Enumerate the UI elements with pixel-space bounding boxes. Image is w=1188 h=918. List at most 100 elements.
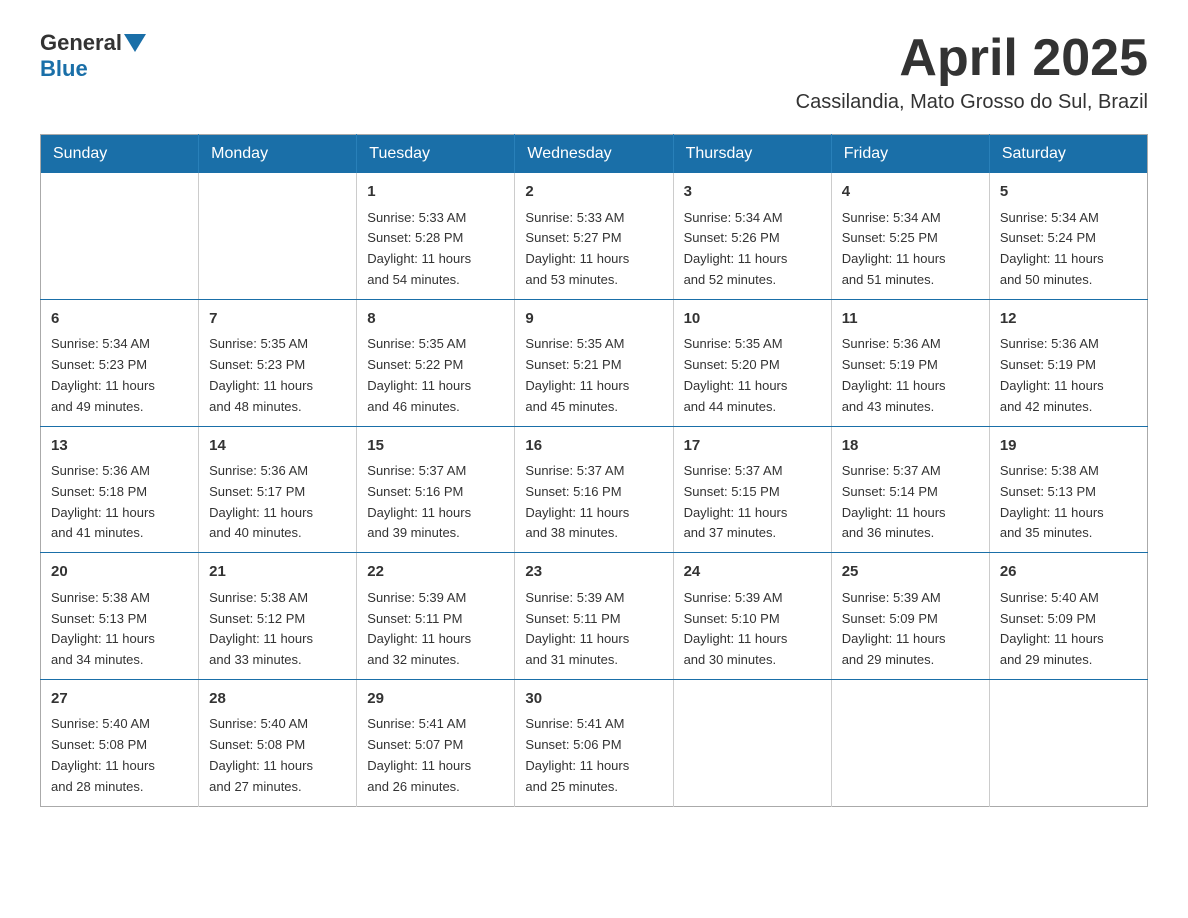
day-info: Sunrise: 5:39 AM Sunset: 5:11 PM Dayligh… — [525, 588, 662, 671]
day-number: 25 — [842, 561, 979, 584]
weekday-header-saturday: Saturday — [989, 135, 1147, 174]
day-number: 30 — [525, 688, 662, 711]
day-number: 27 — [51, 688, 188, 711]
week-row-2: 6Sunrise: 5:34 AM Sunset: 5:23 PM Daylig… — [41, 299, 1148, 426]
day-number: 21 — [209, 561, 346, 584]
page-header: General Blue April 2025 Cassilandia, Mat… — [40, 30, 1148, 114]
day-number: 22 — [367, 561, 504, 584]
calendar-cell: 6Sunrise: 5:34 AM Sunset: 5:23 PM Daylig… — [41, 299, 199, 426]
day-info: Sunrise: 5:40 AM Sunset: 5:08 PM Dayligh… — [209, 714, 346, 797]
day-number: 19 — [1000, 435, 1137, 458]
calendar-cell: 14 Sunrise: 5:36 AM Sunset: 5:17 PM Dayli… — [199, 426, 357, 553]
day-number: 28 — [209, 688, 346, 711]
logo-blue: Blue — [40, 56, 88, 81]
day-number: 29 — [367, 688, 504, 711]
day-info: Sunrise: 5:34 AM Sunset: 5:26 PM Dayligh… — [684, 208, 821, 291]
logo-general: General — [40, 30, 122, 56]
calendar-cell: 15 Sunrise: 5:37 AM Sunset: 5:16 PM Dayli… — [357, 426, 515, 553]
calendar-cell: 13Sunrise: 5:36 AM Sunset: 5:18 PM Dayli… — [41, 426, 199, 553]
calendar-cell: 24 Sunrise: 5:39 AM Sunset: 5:10 PM Dayli… — [673, 553, 831, 680]
week-row-4: 20 Sunrise: 5:38 AM Sunset: 5:13 PM Dayli… — [41, 553, 1148, 680]
day-number: 15 — [367, 435, 504, 458]
calendar-cell: 23Sunrise: 5:39 AM Sunset: 5:11 PM Dayli… — [515, 553, 673, 680]
day-info: Sunrise: 5:39 AM Sunset: 5:10 PM Dayligh… — [684, 588, 821, 671]
weekday-header-tuesday: Tuesday — [357, 135, 515, 174]
weekday-header-thursday: Thursday — [673, 135, 831, 174]
logo-triangle-icon — [124, 34, 146, 52]
day-info: Sunrise: 5:37 AM Sunset: 5:16 PM Dayligh… — [525, 461, 662, 544]
calendar-cell: 27 Sunrise: 5:40 AM Sunset: 5:08 PM Dayli… — [41, 679, 199, 806]
day-info: Sunrise: 5:38 AM Sunset: 5:13 PM Dayligh… — [51, 588, 188, 671]
day-info: Sunrise: 5:41 AM Sunset: 5:07 PM Dayligh… — [367, 714, 504, 797]
calendar-cell — [831, 679, 989, 806]
day-info: Sunrise: 5:34 AM Sunset: 5:24 PM Dayligh… — [1000, 208, 1137, 291]
day-info: Sunrise: 5:37 AM Sunset: 5:16 PM Dayligh… — [367, 461, 504, 544]
day-info: Sunrise: 5:33 AM Sunset: 5:27 PM Dayligh… — [525, 208, 662, 291]
day-number: 16 — [525, 435, 662, 458]
day-number: 26 — [1000, 561, 1137, 584]
day-number: 11 — [842, 308, 979, 331]
day-number: 1 — [367, 181, 504, 204]
calendar-cell: 12 Sunrise: 5:36 AM Sunset: 5:19 PM Dayli… — [989, 299, 1147, 426]
day-number: 24 — [684, 561, 821, 584]
title-section: April 2025 Cassilandia, Mato Grosso do S… — [796, 30, 1148, 114]
week-row-5: 27 Sunrise: 5:40 AM Sunset: 5:08 PM Dayli… — [41, 679, 1148, 806]
day-number: 12 — [1000, 308, 1137, 331]
calendar-cell — [41, 173, 199, 299]
day-info: Sunrise: 5:35 AM Sunset: 5:22 PM Dayligh… — [367, 334, 504, 417]
day-info: Sunrise: 5:36 AM Sunset: 5:19 PM Dayligh… — [842, 334, 979, 417]
day-number: 14 — [209, 435, 346, 458]
day-info: Sunrise: 5:37 AM Sunset: 5:14 PM Dayligh… — [842, 461, 979, 544]
day-number: 17 — [684, 435, 821, 458]
day-info: Sunrise: 5:38 AM Sunset: 5:12 PM Dayligh… — [209, 588, 346, 671]
day-number: 18 — [842, 435, 979, 458]
day-number: 20 — [51, 561, 188, 584]
day-info: Sunrise: 5:36 AM Sunset: 5:19 PM Dayligh… — [1000, 334, 1137, 417]
day-number: 10 — [684, 308, 821, 331]
calendar-cell: 5 Sunrise: 5:34 AM Sunset: 5:24 PM Daylig… — [989, 173, 1147, 299]
day-number: 5 — [1000, 181, 1137, 204]
day-info: Sunrise: 5:38 AM Sunset: 5:13 PM Dayligh… — [1000, 461, 1137, 544]
day-info: Sunrise: 5:34 AM Sunset: 5:23 PM Dayligh… — [51, 334, 188, 417]
day-info: Sunrise: 5:33 AM Sunset: 5:28 PM Dayligh… — [367, 208, 504, 291]
day-number: 9 — [525, 308, 662, 331]
calendar-cell: 11 Sunrise: 5:36 AM Sunset: 5:19 PM Dayli… — [831, 299, 989, 426]
day-info: Sunrise: 5:41 AM Sunset: 5:06 PM Dayligh… — [525, 714, 662, 797]
calendar-cell — [673, 679, 831, 806]
day-number: 2 — [525, 181, 662, 204]
calendar-cell: 30 Sunrise: 5:41 AM Sunset: 5:06 PM Dayli… — [515, 679, 673, 806]
calendar-cell: 4Sunrise: 5:34 AM Sunset: 5:25 PM Daylig… — [831, 173, 989, 299]
calendar-cell: 7 Sunrise: 5:35 AM Sunset: 5:23 PM Daylig… — [199, 299, 357, 426]
day-info: Sunrise: 5:39 AM Sunset: 5:09 PM Dayligh… — [842, 588, 979, 671]
month-title: April 2025 — [796, 30, 1148, 87]
day-number: 3 — [684, 181, 821, 204]
calendar-cell: 28 Sunrise: 5:40 AM Sunset: 5:08 PM Dayli… — [199, 679, 357, 806]
day-info: Sunrise: 5:35 AM Sunset: 5:21 PM Dayligh… — [525, 334, 662, 417]
weekday-header-row: SundayMondayTuesdayWednesdayThursdayFrid… — [41, 135, 1148, 174]
day-number: 7 — [209, 308, 346, 331]
calendar-cell: 10Sunrise: 5:35 AM Sunset: 5:20 PM Dayli… — [673, 299, 831, 426]
calendar-cell: 1 Sunrise: 5:33 AM Sunset: 5:28 PM Daylig… — [357, 173, 515, 299]
calendar-cell — [199, 173, 357, 299]
logo: General Blue — [40, 30, 146, 82]
calendar-cell: 21 Sunrise: 5:38 AM Sunset: 5:12 PM Dayli… — [199, 553, 357, 680]
day-info: Sunrise: 5:36 AM Sunset: 5:17 PM Dayligh… — [209, 461, 346, 544]
calendar-cell: 16 Sunrise: 5:37 AM Sunset: 5:16 PM Dayli… — [515, 426, 673, 553]
day-info: Sunrise: 5:40 AM Sunset: 5:08 PM Dayligh… — [51, 714, 188, 797]
day-number: 4 — [842, 181, 979, 204]
week-row-3: 13Sunrise: 5:36 AM Sunset: 5:18 PM Dayli… — [41, 426, 1148, 553]
day-number: 13 — [51, 435, 188, 458]
calendar-cell: 3 Sunrise: 5:34 AM Sunset: 5:26 PM Daylig… — [673, 173, 831, 299]
day-number: 8 — [367, 308, 504, 331]
calendar-cell: 22Sunrise: 5:39 AM Sunset: 5:11 PM Dayli… — [357, 553, 515, 680]
location-title: Cassilandia, Mato Grosso do Sul, Brazil — [796, 91, 1148, 114]
calendar-cell — [989, 679, 1147, 806]
week-row-1: 1 Sunrise: 5:33 AM Sunset: 5:28 PM Daylig… — [41, 173, 1148, 299]
day-info: Sunrise: 5:40 AM Sunset: 5:09 PM Dayligh… — [1000, 588, 1137, 671]
weekday-header-friday: Friday — [831, 135, 989, 174]
calendar-cell: 20 Sunrise: 5:38 AM Sunset: 5:13 PM Dayli… — [41, 553, 199, 680]
calendar-cell: 19 Sunrise: 5:38 AM Sunset: 5:13 PM Dayli… — [989, 426, 1147, 553]
calendar-cell: 25 Sunrise: 5:39 AM Sunset: 5:09 PM Dayli… — [831, 553, 989, 680]
day-info: Sunrise: 5:35 AM Sunset: 5:23 PM Dayligh… — [209, 334, 346, 417]
calendar-cell: 29 Sunrise: 5:41 AM Sunset: 5:07 PM Dayli… — [357, 679, 515, 806]
